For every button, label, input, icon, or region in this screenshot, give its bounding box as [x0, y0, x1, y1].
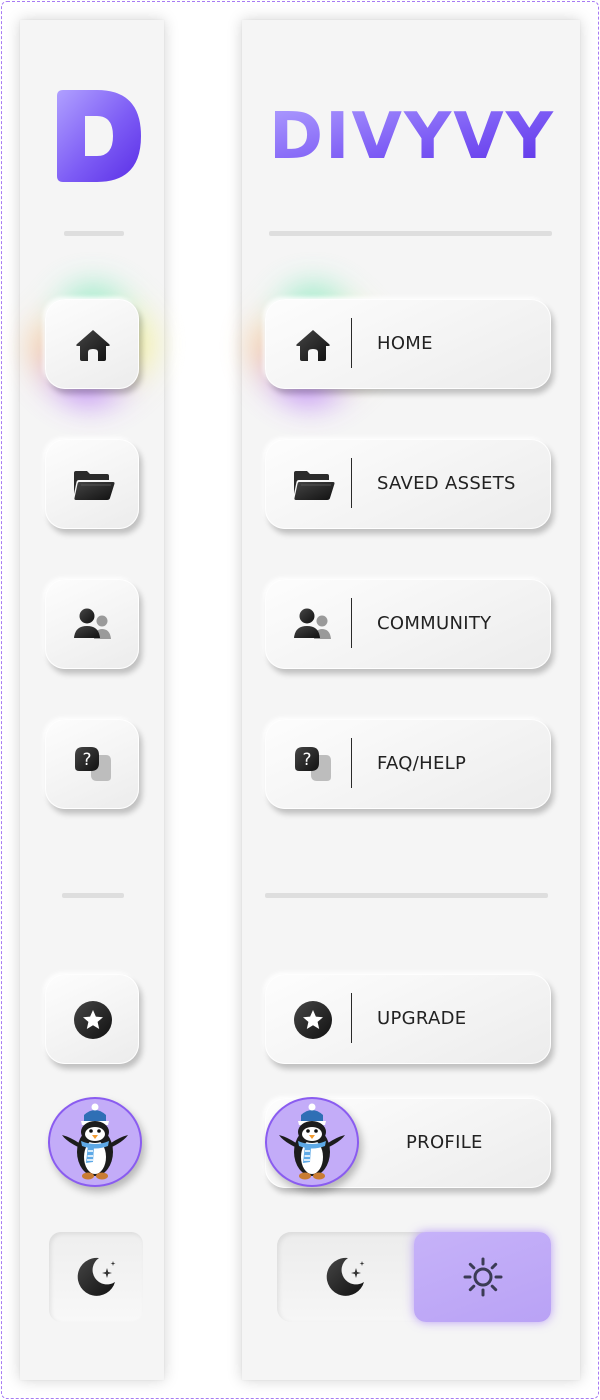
nav-saved-assets-label: SAVED ASSETS: [377, 473, 516, 494]
nav-community-label: COMMUNITY: [377, 613, 492, 634]
penguin-avatar-icon: [265, 1097, 359, 1187]
theme-light-option[interactable]: [414, 1232, 551, 1322]
divider-bottom: [265, 893, 548, 898]
upgrade-button[interactable]: [45, 974, 139, 1064]
nav-faq-help-button[interactable]: [45, 719, 139, 809]
nav-saved-assets-button[interactable]: [45, 439, 139, 529]
theme-dark-option[interactable]: [277, 1232, 414, 1322]
divider-top: [269, 231, 552, 236]
home-icon: [289, 321, 337, 369]
separator: [351, 458, 352, 508]
sidebar-collapsed: D: [20, 20, 164, 1380]
star-icon: [289, 996, 337, 1044]
nav-faq-help-label: FAQ/HELP: [377, 753, 467, 774]
wordmark-text: DIVYVY: [269, 104, 555, 164]
nav-faq-help-button[interactable]: FAQ/HELP: [265, 719, 551, 809]
nav-home-button[interactable]: [45, 299, 139, 389]
theme-toggle-collapsed[interactable]: [49, 1232, 143, 1322]
sidebar-expanded: DIVYVY HOME SAVED ASSETS COMMUNITY FAQ/H…: [242, 20, 580, 1380]
moon-icon: [321, 1253, 369, 1301]
divider-bottom: [62, 893, 124, 898]
nav-community-button[interactable]: [45, 579, 139, 669]
star-icon: [69, 996, 117, 1044]
wordmark-logo[interactable]: DIVYVY: [268, 104, 556, 164]
penguin-avatar-icon: [48, 1097, 142, 1187]
separator: [351, 738, 352, 788]
users-icon: [289, 601, 337, 649]
nav-saved-assets-button[interactable]: SAVED ASSETS: [265, 439, 551, 529]
sun-icon: [459, 1253, 507, 1301]
folder-icon: [69, 461, 117, 509]
profile-avatar[interactable]: [265, 1097, 359, 1187]
profile-label: PROFILE: [406, 1132, 483, 1153]
logo-mark[interactable]: D: [53, 88, 145, 184]
home-icon: [69, 321, 117, 369]
separator: [351, 993, 352, 1043]
nav-home-button[interactable]: HOME: [265, 299, 551, 389]
divider-top: [64, 231, 124, 236]
nav-home-label: HOME: [377, 333, 433, 354]
separator: [351, 598, 352, 648]
moon-icon: [72, 1253, 120, 1301]
theme-toggle[interactable]: [277, 1232, 551, 1322]
upgrade-button[interactable]: UPGRADE: [265, 974, 551, 1064]
users-icon: [69, 601, 117, 649]
profile-avatar[interactable]: [48, 1097, 142, 1187]
help-icon: [69, 741, 117, 789]
logo-letter: D: [99, 147, 100, 149]
upgrade-label: UPGRADE: [377, 1008, 467, 1029]
help-icon: [289, 741, 337, 789]
folder-icon: [289, 461, 337, 509]
nav-community-button[interactable]: COMMUNITY: [265, 579, 551, 669]
separator: [351, 318, 352, 368]
